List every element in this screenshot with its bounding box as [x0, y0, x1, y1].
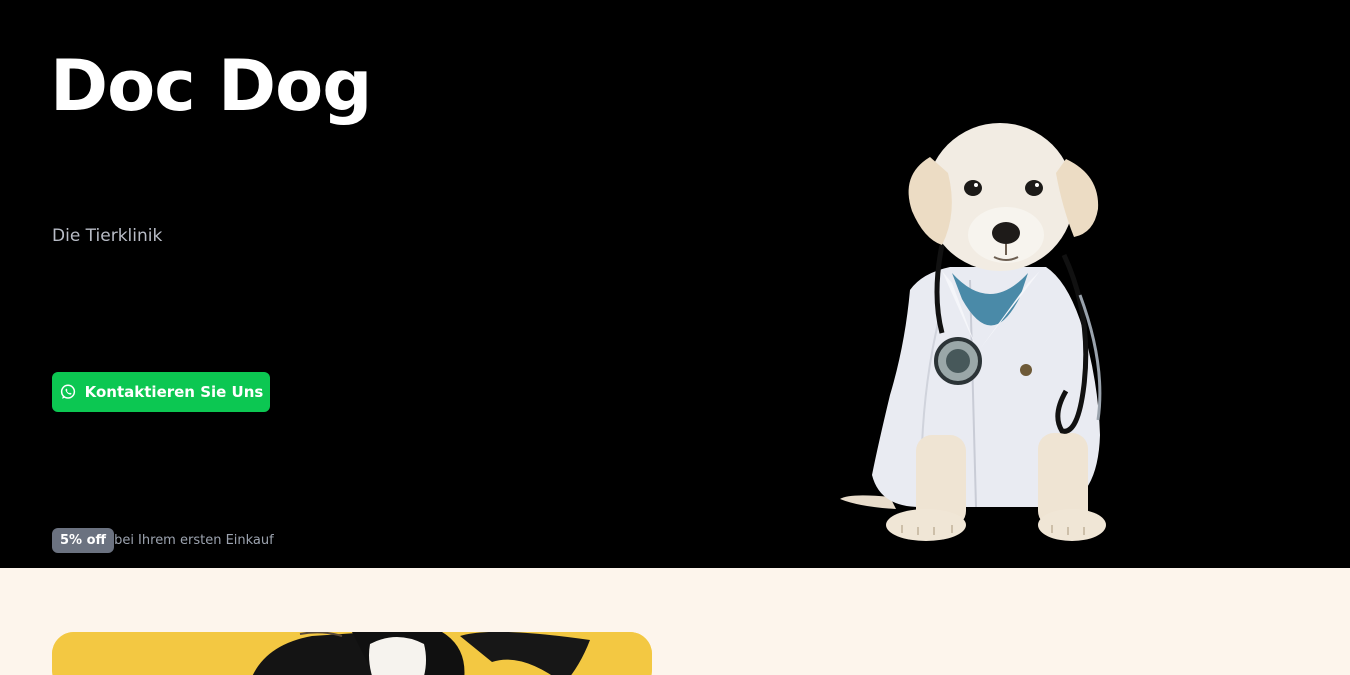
puppy-doctor-image [840, 123, 1106, 541]
border-collie-photo [52, 632, 652, 675]
discount-badge: 5% off [52, 528, 115, 553]
intro-section [0, 568, 1350, 675]
promo-text: bei Ihrem ersten Einkauf [114, 533, 274, 548]
hero-section: Doc Dog Die Tierklinik Kontaktieren Sie … [0, 0, 1350, 568]
promo-note: 5% off bei Ihrem ersten Einkauf [52, 528, 274, 553]
contact-button-label: Kontaktieren Sie Uns [84, 383, 264, 401]
hero-subtitle: Die Tierklinik [52, 226, 163, 246]
contact-button[interactable]: Kontaktieren Sie Uns [52, 372, 270, 412]
whatsapp-icon [59, 383, 77, 401]
page-title: Doc Dog [50, 45, 372, 127]
